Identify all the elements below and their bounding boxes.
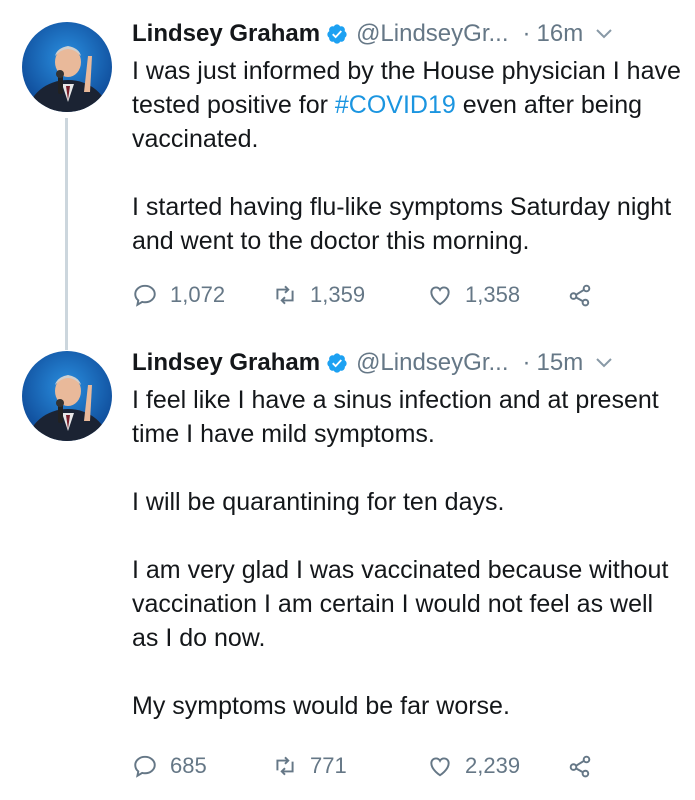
reply-count: 1,072 (170, 282, 226, 307)
share-button[interactable] (567, 282, 605, 308)
avatar[interactable] (22, 351, 112, 441)
tweet-paragraph: I started having flu-like symptoms Satur… (132, 193, 672, 255)
share-icon (569, 755, 591, 778)
heart-icon (430, 757, 450, 777)
verified-badge-icon (326, 352, 348, 374)
tweet-actions: 685 771 2,239 (132, 751, 605, 781)
author-name[interactable]: Lindsey Graham (132, 349, 320, 377)
reply-button[interactable]: 1,072 (132, 282, 272, 308)
like-count: 1,358 (465, 282, 521, 307)
avatar[interactable] (22, 22, 112, 112)
share-icon (569, 284, 591, 307)
like-button[interactable]: 2,239 (427, 753, 567, 779)
tweet-content: Lindsey Graham @LindseyGr... · 15m I fee… (132, 347, 683, 723)
tweet-header: Lindsey Graham @LindseyGr... · 16m (132, 18, 683, 50)
tweet-paragraph: I was just informed by the House physici… (132, 54, 683, 156)
timestamp[interactable]: 16m (537, 20, 584, 48)
tweet-paragraph: I feel like I have a sinus infection and… (132, 386, 659, 448)
reply-icon (134, 755, 156, 778)
share-button[interactable] (567, 753, 605, 779)
tweet-paragraph: I will be quarantining for ten days. (132, 488, 505, 516)
retweet-button[interactable]: 771 (272, 753, 427, 779)
tweet-text: I was just informed by the House physici… (132, 54, 683, 258)
retweet-count: 1,359 (310, 282, 366, 307)
heart-icon (430, 286, 450, 306)
tweet-paragraph: My symptoms would be far worse. (132, 692, 510, 720)
like-button[interactable]: 1,358 (427, 282, 567, 308)
tweet-actions: 1,072 1,359 1,358 (132, 280, 605, 310)
thread-connector-line (65, 118, 68, 350)
separator-dot: · (522, 20, 531, 47)
like-count: 2,239 (465, 753, 521, 778)
author-handle[interactable]: @LindseyGr... (356, 20, 508, 48)
timestamp[interactable]: 15m (537, 349, 584, 377)
verified-badge-icon (326, 23, 348, 45)
chevron-down-icon[interactable] (595, 25, 613, 43)
tweet-content: Lindsey Graham @LindseyGr... · 16m I was… (132, 18, 683, 258)
hashtag-link[interactable]: #COVID19 (335, 91, 456, 119)
retweet-button[interactable]: 1,359 (272, 282, 427, 308)
reply-button[interactable]: 685 (132, 753, 272, 779)
author-name[interactable]: Lindsey Graham (132, 20, 320, 48)
retweet-icon (276, 285, 294, 305)
tweet-header: Lindsey Graham @LindseyGr... · 15m (132, 347, 683, 379)
author-handle[interactable]: @LindseyGr... (356, 349, 508, 377)
reply-icon (134, 284, 156, 307)
retweet-count: 771 (310, 753, 347, 778)
tweet-text: I feel like I have a sinus infection and… (132, 383, 683, 723)
chevron-down-icon[interactable] (595, 354, 613, 372)
retweet-icon (276, 756, 294, 776)
separator-dot: · (522, 349, 531, 376)
reply-count: 685 (170, 753, 207, 778)
tweet-paragraph: I am very glad I was vaccinated because … (132, 556, 669, 652)
